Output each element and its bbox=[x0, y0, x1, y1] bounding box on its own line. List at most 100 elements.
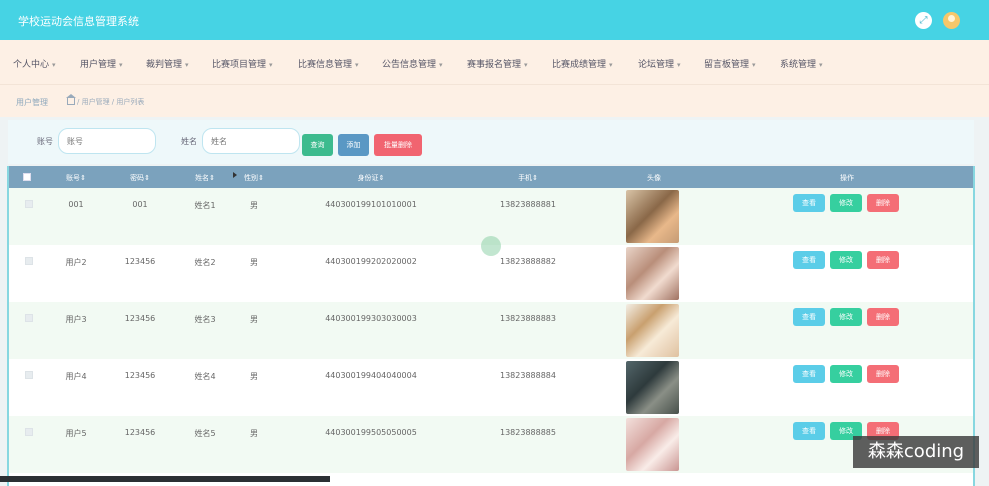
cell-phone: 13823888882 bbox=[500, 257, 556, 266]
delete-button[interactable]: 删除 bbox=[867, 365, 899, 383]
account-input[interactable] bbox=[58, 128, 156, 154]
cell-gender: 男 bbox=[250, 429, 258, 438]
view-button[interactable]: 查看 bbox=[793, 365, 825, 383]
view-button[interactable]: 查看 bbox=[793, 194, 825, 212]
header-name[interactable]: 姓名⇕ bbox=[195, 173, 215, 183]
add-button[interactable]: 添加 bbox=[338, 134, 369, 156]
fullscreen-icon[interactable]: ⤢ bbox=[915, 12, 932, 29]
nav-item-system[interactable]: 系统管理 ▾ bbox=[780, 57, 823, 70]
edit-button[interactable]: 修改 bbox=[830, 251, 862, 269]
cell-gender: 男 bbox=[250, 201, 258, 210]
watermark: 森森coding bbox=[853, 436, 979, 468]
cell-phone: 13823888883 bbox=[500, 314, 556, 323]
account-label: 账号 bbox=[37, 137, 53, 146]
click-indicator bbox=[481, 236, 501, 256]
nav-item-notices[interactable]: 公告信息管理 ▾ bbox=[382, 57, 443, 70]
chevron-down-icon: ▾ bbox=[119, 61, 123, 69]
cell-password: 001 bbox=[132, 200, 148, 209]
chevron-down-icon: ▾ bbox=[52, 61, 56, 69]
chevron-down-icon: ▾ bbox=[439, 61, 443, 69]
search-form: 账号 姓名 查询 添加 批量删除 bbox=[8, 120, 974, 164]
header-account[interactable]: 账号⇕ bbox=[66, 173, 86, 183]
batch-delete-button[interactable]: 批量删除 bbox=[374, 134, 422, 156]
top-bar: 学校运动会信息管理系统 ⤢ bbox=[0, 0, 989, 40]
cell-phone: 13823888885 bbox=[500, 428, 556, 437]
delete-button[interactable]: 删除 bbox=[867, 308, 899, 326]
cell-account: 用户5 bbox=[65, 429, 87, 438]
cell-account: 用户3 bbox=[65, 315, 87, 324]
cell-id-card: 440300199202020002 bbox=[325, 257, 417, 266]
cell-name: 姓名1 bbox=[194, 201, 216, 210]
row-checkbox[interactable] bbox=[25, 200, 33, 208]
table-row: 用户5 123456 姓名5 男 440300199505050005 1382… bbox=[9, 416, 973, 473]
cell-id-card: 440300199303030003 bbox=[325, 314, 417, 323]
edit-button[interactable]: 修改 bbox=[830, 365, 862, 383]
cell-name: 姓名3 bbox=[194, 315, 216, 324]
cell-phone: 13823888884 bbox=[500, 371, 556, 380]
nav-item-scores[interactable]: 比赛成绩管理 ▾ bbox=[552, 57, 613, 70]
chevron-down-icon: ▾ bbox=[269, 61, 273, 69]
nav-item-messages[interactable]: 留言板管理 ▾ bbox=[704, 57, 756, 70]
chevron-down-icon: ▾ bbox=[609, 61, 613, 69]
view-button[interactable]: 查看 bbox=[793, 251, 825, 269]
cell-account: 001 bbox=[68, 200, 84, 209]
user-table: 账号⇕ 密码⇕ 姓名⇕ 性别⇕ 身份证⇕ 手机⇕ 头像 操作 001 001 姓… bbox=[7, 166, 975, 486]
nav-item-registration[interactable]: 赛事报名管理 ▾ bbox=[467, 57, 528, 70]
delete-button[interactable]: 删除 bbox=[867, 194, 899, 212]
table-header: 账号⇕ 密码⇕ 姓名⇕ 性别⇕ 身份证⇕ 手机⇕ 头像 操作 bbox=[9, 166, 973, 188]
mouse-pointer-icon bbox=[233, 172, 237, 178]
user-avatar-image bbox=[626, 361, 679, 414]
cell-name: 姓名4 bbox=[194, 372, 216, 381]
edit-button[interactable]: 修改 bbox=[830, 308, 862, 326]
section-title: 用户管理 bbox=[16, 98, 48, 107]
main-nav: 个人中心 ▾ 用户管理 ▾ 裁判管理 ▾ 比赛项目管理 ▾ 比赛信息管理 ▾ 公告信息管理… bbox=[0, 40, 989, 84]
header-gender[interactable]: 性别⇕ bbox=[244, 173, 264, 183]
cell-phone: 13823888881 bbox=[500, 200, 556, 209]
nav-item-referees[interactable]: 裁判管理 ▾ bbox=[146, 57, 189, 70]
chevron-down-icon: ▾ bbox=[677, 61, 681, 69]
cell-gender: 男 bbox=[250, 315, 258, 324]
table-row: 用户3 123456 姓名3 男 440300199303030003 1382… bbox=[9, 302, 973, 359]
edit-button[interactable]: 修改 bbox=[830, 194, 862, 212]
cell-account: 用户2 bbox=[65, 258, 87, 267]
avatar-icon[interactable] bbox=[943, 12, 960, 29]
user-avatar-image bbox=[626, 247, 679, 300]
name-label: 姓名 bbox=[181, 137, 197, 146]
header-id-card[interactable]: 身份证⇕ bbox=[358, 173, 385, 183]
cell-id-card: 440300199101010001 bbox=[325, 200, 417, 209]
view-button[interactable]: 查看 bbox=[793, 308, 825, 326]
table-row: 用户4 123456 姓名4 男 440300199404040004 1382… bbox=[9, 359, 973, 416]
cell-name: 姓名5 bbox=[194, 429, 216, 438]
row-checkbox[interactable] bbox=[25, 314, 33, 322]
row-checkbox[interactable] bbox=[25, 428, 33, 436]
header-avatar: 头像 bbox=[647, 174, 661, 182]
row-checkbox[interactable] bbox=[25, 257, 33, 265]
cell-id-card: 440300199404040004 bbox=[325, 371, 417, 380]
nav-item-forum[interactable]: 论坛管理 ▾ bbox=[638, 57, 681, 70]
cell-id-card: 440300199505050005 bbox=[325, 428, 417, 437]
chevron-down-icon: ▾ bbox=[752, 61, 756, 69]
user-avatar-image bbox=[626, 190, 679, 243]
delete-button[interactable]: 删除 bbox=[867, 251, 899, 269]
cell-gender: 男 bbox=[250, 258, 258, 267]
user-avatar-image bbox=[626, 304, 679, 357]
chevron-down-icon: ▾ bbox=[524, 61, 528, 69]
nav-item-events[interactable]: 比赛项目管理 ▾ bbox=[212, 57, 273, 70]
view-button[interactable]: 查看 bbox=[793, 422, 825, 440]
nav-item-users[interactable]: 用户管理 ▾ bbox=[80, 57, 123, 70]
select-all-checkbox[interactable] bbox=[23, 173, 31, 181]
cell-password: 123456 bbox=[124, 257, 156, 266]
header-phone[interactable]: 手机⇕ bbox=[518, 173, 538, 183]
row-checkbox[interactable] bbox=[25, 371, 33, 379]
cell-account: 用户4 bbox=[65, 372, 87, 381]
home-icon[interactable] bbox=[66, 94, 76, 105]
cell-name: 姓名2 bbox=[194, 258, 216, 267]
chevron-down-icon: ▾ bbox=[355, 61, 359, 69]
search-button[interactable]: 查询 bbox=[302, 134, 333, 156]
name-input[interactable] bbox=[202, 128, 300, 154]
nav-item-matches[interactable]: 比赛信息管理 ▾ bbox=[298, 57, 359, 70]
header-actions: 操作 bbox=[840, 174, 854, 182]
nav-item-profile[interactable]: 个人中心 ▾ bbox=[13, 57, 56, 70]
breadcrumb-path: / 用户管理 / 用户列表 bbox=[66, 94, 144, 107]
header-password[interactable]: 密码⇕ bbox=[130, 173, 150, 183]
